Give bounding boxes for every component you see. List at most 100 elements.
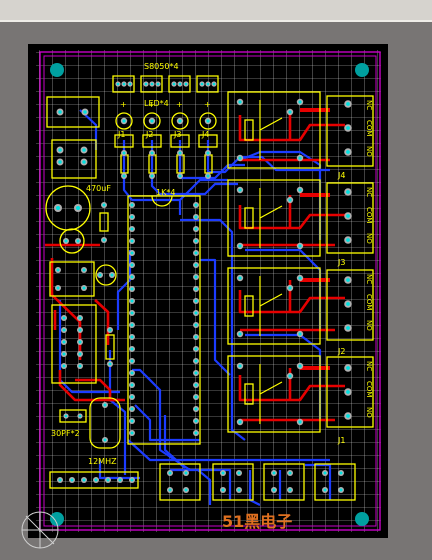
pad-hole [56, 268, 60, 272]
pad-hole [272, 471, 276, 475]
pad-hole [76, 239, 80, 243]
pad-hole [288, 198, 292, 202]
pad-hole [130, 383, 134, 387]
pad-hole [194, 215, 198, 219]
pad-hole [62, 364, 66, 368]
pad-hole [184, 82, 188, 86]
pad-hole [102, 238, 106, 242]
pad-hole [58, 110, 62, 114]
pad-hole [194, 335, 198, 339]
pad-hole [178, 82, 182, 86]
pad-hole [194, 383, 198, 387]
pad-hole [346, 278, 350, 282]
pad-hole [238, 420, 242, 424]
pad-hole [339, 471, 343, 475]
pad-hole [122, 119, 126, 123]
led-plus-3: + [176, 100, 183, 109]
transistor-label: S8050*4 [144, 62, 179, 71]
pad-hole [212, 82, 216, 86]
pad-hole [288, 110, 292, 114]
pad-hole [194, 203, 198, 207]
pad-hole [82, 160, 86, 164]
pad-hole [298, 420, 302, 424]
pad-hole [83, 110, 87, 114]
pad-hole [237, 471, 241, 475]
pad-hole [130, 203, 134, 207]
pad-hole [298, 364, 302, 368]
pad-hole [346, 126, 350, 130]
pad-hole [200, 82, 204, 86]
pad-hole [194, 431, 198, 435]
j4-pin-no: NO [365, 146, 373, 157]
pad-hole [168, 471, 172, 475]
pad-hole [238, 244, 242, 248]
pad-hole [78, 364, 82, 368]
pad-hole [221, 471, 225, 475]
pad-hole [130, 239, 134, 243]
j3-pin-nc: NC [365, 187, 373, 197]
pad-hole [194, 359, 198, 363]
pad-hole [272, 488, 276, 492]
pad-hole [78, 414, 82, 418]
jumper-label-4: J4 [201, 130, 209, 139]
pad-hole [130, 287, 134, 291]
pad-hole [298, 276, 302, 280]
pad-hole [346, 102, 350, 106]
pad-hole [82, 268, 86, 272]
pad-hole [130, 407, 134, 411]
pad-hole [346, 414, 350, 418]
pad-hole [288, 488, 292, 492]
pad-hole [82, 286, 86, 290]
pad-hole [194, 419, 198, 423]
pad-hole [221, 488, 225, 492]
pad-hole [298, 188, 302, 192]
pad-hole [122, 82, 126, 86]
pad-hole [298, 100, 302, 104]
pad-hole [118, 478, 122, 482]
pad-hole [206, 82, 210, 86]
pad-hole [130, 323, 134, 327]
pad-hole [178, 174, 182, 178]
pad-hole [238, 188, 242, 192]
pad-hole [238, 276, 242, 280]
pad-hole [76, 206, 80, 210]
pcb-canvas[interactable]: S8050*4 LED*4 1K*4 470uF 30PF*2 12MHZ + … [0, 22, 432, 556]
pad-hole [298, 156, 302, 160]
pad-hole [288, 286, 292, 290]
pad-hole [130, 263, 134, 267]
pad-hole [206, 174, 210, 178]
pad-hole [298, 332, 302, 336]
crystal-label: 12MHZ [88, 457, 117, 466]
pad-hole [194, 251, 198, 255]
pad-hole [98, 273, 102, 277]
pad-hole [238, 332, 242, 336]
pad-hole [116, 82, 120, 86]
j4-pin-nc: NC [365, 100, 373, 110]
pad-hole [194, 275, 198, 279]
pad-hole [194, 299, 198, 303]
pad-hole [108, 328, 112, 332]
pad-hole [238, 364, 242, 368]
pad-hole [323, 488, 327, 492]
pad-hole [178, 119, 182, 123]
pad-hole [130, 347, 134, 351]
pad-hole [82, 478, 86, 482]
pad-hole [194, 407, 198, 411]
pad-hole [130, 478, 134, 482]
pad-hole [130, 227, 134, 231]
led-plus-4: + [204, 100, 211, 109]
pad-hole [172, 82, 176, 86]
pad-hole [194, 323, 198, 327]
j4-pin-com: COM [365, 120, 373, 136]
pad-hole [194, 239, 198, 243]
pad-hole [122, 151, 126, 155]
pad-hole [130, 419, 134, 423]
pad-hole [323, 471, 327, 475]
pad-hole [130, 299, 134, 303]
pad-hole [94, 478, 98, 482]
pad-hole [62, 340, 66, 344]
window-top-bar [0, 0, 432, 20]
pad-hole [62, 328, 66, 332]
pad-hole [298, 244, 302, 248]
pad-hole [194, 311, 198, 315]
